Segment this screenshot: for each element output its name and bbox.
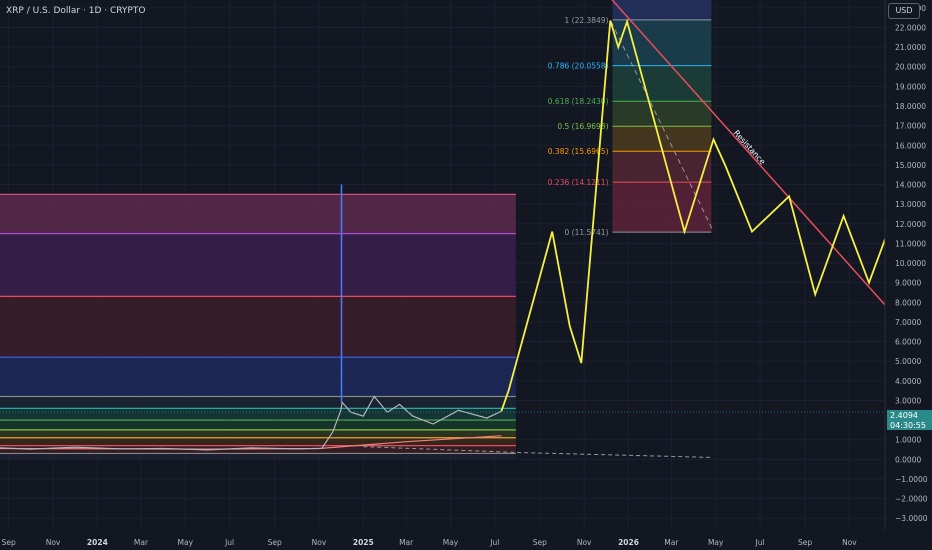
x-tick-label: 2026 xyxy=(618,538,639,547)
fib-fill xyxy=(612,151,712,183)
currency-badge[interactable]: USD xyxy=(888,3,920,19)
fib-fill xyxy=(612,19,712,66)
fib-level-label: 0.236 (14.1211) xyxy=(548,178,609,187)
fib-fill xyxy=(612,65,712,102)
x-tick-label: Nov xyxy=(577,538,592,547)
zone-band xyxy=(0,296,516,358)
x-tick-label: Mar xyxy=(664,538,679,547)
y-tick-label: 12.0000 xyxy=(895,220,926,229)
zone-band xyxy=(0,453,516,460)
x-tick-label: Mar xyxy=(399,538,414,547)
zone-band xyxy=(0,437,516,446)
y-tick-label: 15.0000 xyxy=(895,161,926,170)
zone-band xyxy=(0,396,516,409)
y-tick-label: 22.0000 xyxy=(895,23,926,32)
zone-band xyxy=(0,429,516,438)
symbol-title: XRP / U.S. Dollar · 1D · CRYPTO xyxy=(6,6,146,16)
y-tick-label: 20.0000 xyxy=(895,63,926,72)
y-tick-label: 16.0000 xyxy=(895,141,926,150)
y-tick-label: −3.0000 xyxy=(895,514,928,523)
projection-line xyxy=(500,18,932,412)
y-tick-label: 19.0000 xyxy=(895,82,926,91)
y-tick-label: 0.0000 xyxy=(895,455,921,464)
x-tick-label: Sep xyxy=(798,538,812,547)
y-tick-label: 1.0000 xyxy=(895,436,921,445)
x-tick-label: Nov xyxy=(312,538,327,547)
fib-fill xyxy=(612,101,712,127)
x-tick-label: Jul xyxy=(224,538,234,547)
last-price-countdown: 04:30:55 xyxy=(890,421,926,430)
x-tick-label: Jul xyxy=(489,538,499,547)
zone-band xyxy=(0,233,516,297)
y-tick-label: 5.0000 xyxy=(895,357,921,366)
fib-level-label: 0 (11.5741) xyxy=(564,228,608,237)
x-tick-label: Sep xyxy=(268,538,282,547)
y-tick-label: 6.0000 xyxy=(895,338,921,347)
x-tick-label: Sep xyxy=(533,538,547,547)
fib-level-label: 0.618 (18.2430) xyxy=(548,97,609,106)
y-tick-label: 3.0000 xyxy=(895,396,921,405)
y-tick-label: 4.0000 xyxy=(895,377,921,386)
y-tick-label: 7.0000 xyxy=(895,318,921,327)
y-tick-label: 10.0000 xyxy=(895,259,926,268)
x-tick-label: Nov xyxy=(46,538,61,547)
resistance-label: Resistance xyxy=(732,128,767,166)
y-tick-label: −1.0000 xyxy=(895,475,928,484)
last-price-value: 2.4094 xyxy=(890,411,918,420)
x-tick-label: Jul xyxy=(754,538,764,547)
y-tick-label: 8.0000 xyxy=(895,298,921,307)
y-tick-label: −2.0000 xyxy=(895,495,928,504)
fib-level-label: 0.786 (20.0558) xyxy=(548,62,609,71)
x-tick-label: 2024 xyxy=(87,538,108,547)
x-tick-label: Mar xyxy=(134,538,149,547)
y-tick-label: 18.0000 xyxy=(895,102,926,111)
zone-band xyxy=(0,408,516,421)
zone-band xyxy=(0,194,516,234)
x-tick-label: May xyxy=(443,538,459,547)
price-chart[interactable]: 1 (22.3849) 0.786 (20.0558) 0.618 (18.2430… xyxy=(0,0,932,550)
y-tick-label: 11.0000 xyxy=(895,239,926,248)
fib-level-label: 1 (22.3849) xyxy=(564,16,608,25)
y-tick-label: 13.0000 xyxy=(895,200,926,209)
x-tick-label: Sep xyxy=(2,538,16,547)
fib-fill xyxy=(612,182,712,233)
x-tick-label: May xyxy=(178,538,194,547)
y-tick-label: 21.0000 xyxy=(895,43,926,52)
last-price-badge: 2.4094 04:30:55 xyxy=(887,410,932,430)
y-tick-label: 9.0000 xyxy=(895,279,921,288)
x-tick-label: 2025 xyxy=(353,538,374,547)
y-tick-label: 17.0000 xyxy=(895,122,926,131)
x-tick-label: May xyxy=(708,538,724,547)
x-tick-label: Nov xyxy=(842,538,857,547)
y-tick-label: 14.0000 xyxy=(895,181,926,190)
zone-band xyxy=(0,357,516,397)
